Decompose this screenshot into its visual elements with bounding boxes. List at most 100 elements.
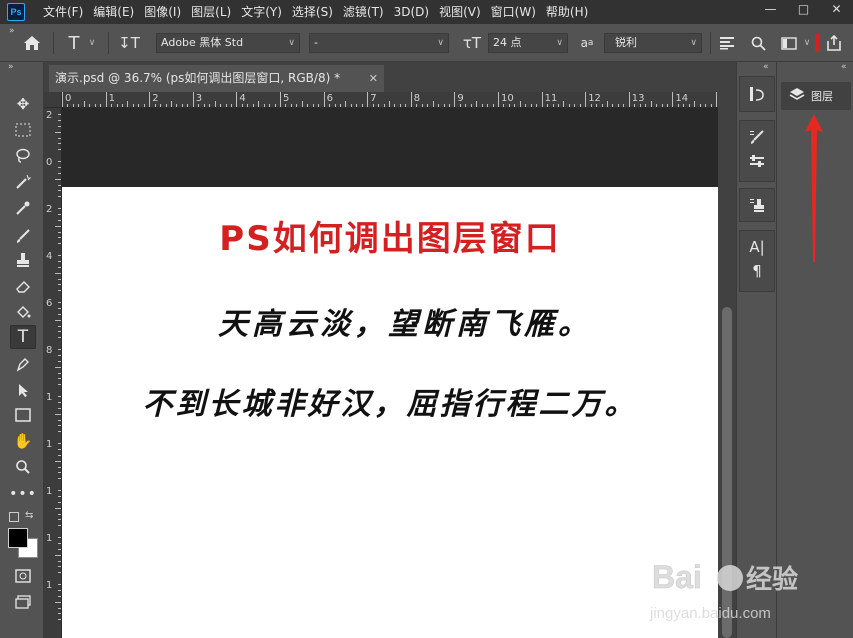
ruler-tick [192, 92, 194, 107]
ruler-v-label: 0 [46, 157, 53, 168]
chevron-down-icon: ∨ [437, 38, 444, 48]
foreground-color-swatch[interactable] [8, 528, 28, 548]
quick-mask-icon[interactable] [10, 564, 36, 588]
collapse-icon[interactable]: » [9, 26, 15, 36]
minimize-icon[interactable]: — [754, 0, 787, 18]
ruler-tick [519, 101, 521, 107]
layers-panel-tab[interactable]: 图层 [781, 82, 851, 110]
home-icon[interactable] [20, 24, 44, 62]
eraser-icon[interactable] [10, 274, 36, 298]
ruler-tick [58, 196, 61, 198]
magic-wand-icon[interactable] [10, 170, 36, 194]
font-style-select[interactable]: - ∨ [309, 33, 449, 53]
type-icon[interactable]: T [10, 325, 36, 349]
collapse-icon[interactable]: » [8, 62, 14, 72]
path-selection-icon[interactable] [10, 378, 36, 402]
font-size-select[interactable]: 24 点 ∨ [488, 33, 568, 53]
collapse-icon[interactable]: « [841, 62, 847, 72]
ruler-tick [563, 101, 565, 107]
ruler-tick [492, 104, 494, 107]
horizontal-ruler[interactable]: 012345678910111213141 [62, 92, 736, 108]
ruler-tick [58, 542, 61, 544]
poem-line-1[interactable]: 天高云淡，望断南飞雁。 [62, 299, 718, 343]
hand-icon[interactable]: ✋ [10, 429, 36, 453]
ruler-tick [55, 460, 61, 462]
ruler-tick [58, 560, 61, 562]
document-title-text[interactable]: PS如何调出图层窗口 [62, 211, 718, 260]
close-icon[interactable]: ✕ [369, 65, 378, 92]
ruler-tick [650, 101, 652, 107]
menu-file[interactable]: 文件(F) [38, 0, 88, 24]
ruler-tick [58, 501, 61, 503]
menu-help[interactable]: 帮助(H) [541, 0, 593, 24]
clone-source-icon[interactable] [740, 189, 774, 221]
history-icon[interactable] [740, 77, 774, 111]
collapse-icon[interactable]: « [763, 62, 769, 72]
ruler-tick [154, 104, 156, 107]
document-tab[interactable]: 演示.psd @ 36.7% (ps如何调出图层窗口, RGB/8) * ✕ [49, 65, 384, 92]
ruler-tick [247, 104, 249, 107]
close-icon[interactable]: ✕ [820, 0, 853, 18]
chevron-down-icon[interactable]: ∨ [802, 24, 812, 62]
zoom-icon[interactable] [10, 455, 36, 479]
chevron-down-icon[interactable]: ∨ [86, 24, 98, 62]
vertical-ruler[interactable]: 2 0 2 4 6 8 1 1 1 1 1 [44, 108, 62, 638]
ruler-tick [105, 92, 107, 107]
ruler-tick [394, 104, 396, 107]
search-icon[interactable] [748, 24, 768, 62]
workspace-icon[interactable] [778, 24, 800, 62]
clone-stamp-icon[interactable] [10, 248, 36, 272]
screen-mode-icon[interactable] [10, 590, 36, 614]
chevron-down-icon: ∨ [690, 38, 697, 48]
ruler-tick [410, 92, 412, 107]
antialias-select[interactable]: 锐利 ∨ [604, 33, 702, 53]
ruler-tick [58, 548, 61, 550]
menu-filter[interactable]: 滤镜(T) [338, 0, 389, 24]
rectangle-icon[interactable] [10, 403, 36, 427]
menu-view[interactable]: 视图(V) [434, 0, 486, 24]
lasso-icon[interactable] [10, 144, 36, 168]
pen-icon[interactable] [10, 352, 36, 376]
ruler-tick [498, 92, 499, 107]
share-icon[interactable] [824, 24, 844, 62]
menu-select[interactable]: 选择(S) [287, 0, 338, 24]
ruler-tick [307, 104, 309, 107]
character-icon[interactable]: A| [740, 235, 774, 259]
text-orientation-icon[interactable]: ↧T [117, 24, 141, 62]
ruler-tick [58, 254, 61, 256]
ruler-tick [58, 354, 61, 356]
ruler-tick [58, 360, 61, 362]
menu-3d[interactable]: 3D(D) [389, 0, 434, 24]
ruler-tick [58, 213, 61, 215]
ruler-tick [58, 572, 61, 574]
menu-image[interactable]: 图像(I) [139, 0, 186, 24]
menu-layer[interactable]: 图层(L) [186, 0, 236, 24]
paint-bucket-icon[interactable] [10, 300, 36, 324]
brush-settings-icon[interactable] [740, 125, 774, 149]
menu-window[interactable]: 窗口(W) [486, 0, 541, 24]
ruler-h-label: 0 [65, 93, 72, 104]
more-icon[interactable]: ••• [9, 482, 36, 506]
menu-edit[interactable]: 编辑(E) [88, 0, 139, 24]
document-canvas[interactable]: PS如何调出图层窗口 天高云淡，望断南飞雁。 不到长城非好汉，屈指行程二万。 [62, 187, 718, 638]
align-left-icon[interactable] [716, 24, 738, 62]
ruler-tick [476, 101, 478, 107]
swap-colors-icon[interactable]: ⇆ [25, 510, 33, 521]
ruler-tick [645, 104, 647, 107]
font-family-select[interactable]: Adobe 黑体 Std ∨ [156, 33, 300, 53]
brush-icon[interactable] [10, 224, 36, 248]
menu-bar: Ps 文件(F) 编辑(E) 图像(I) 图层(L) 文字(Y) 选择(S) 滤… [0, 0, 853, 24]
restore-icon[interactable]: □ [787, 0, 820, 18]
menu-type[interactable]: 文字(Y) [236, 0, 287, 24]
poem-line-2[interactable]: 不到长城非好汉，屈指行程二万。 [62, 379, 718, 423]
default-colors-icon[interactable] [9, 512, 19, 522]
move-icon[interactable]: ✥ [10, 92, 36, 116]
type-tool-icon[interactable]: T [64, 24, 84, 62]
paragraph-icon[interactable]: ¶ [740, 259, 774, 283]
properties-icon[interactable] [740, 149, 774, 173]
ruler-tick [55, 272, 61, 274]
ruler-tick [710, 104, 712, 107]
eyedropper-icon[interactable] [10, 196, 36, 220]
ruler-tick [683, 104, 685, 107]
marquee-icon[interactable] [10, 118, 36, 142]
